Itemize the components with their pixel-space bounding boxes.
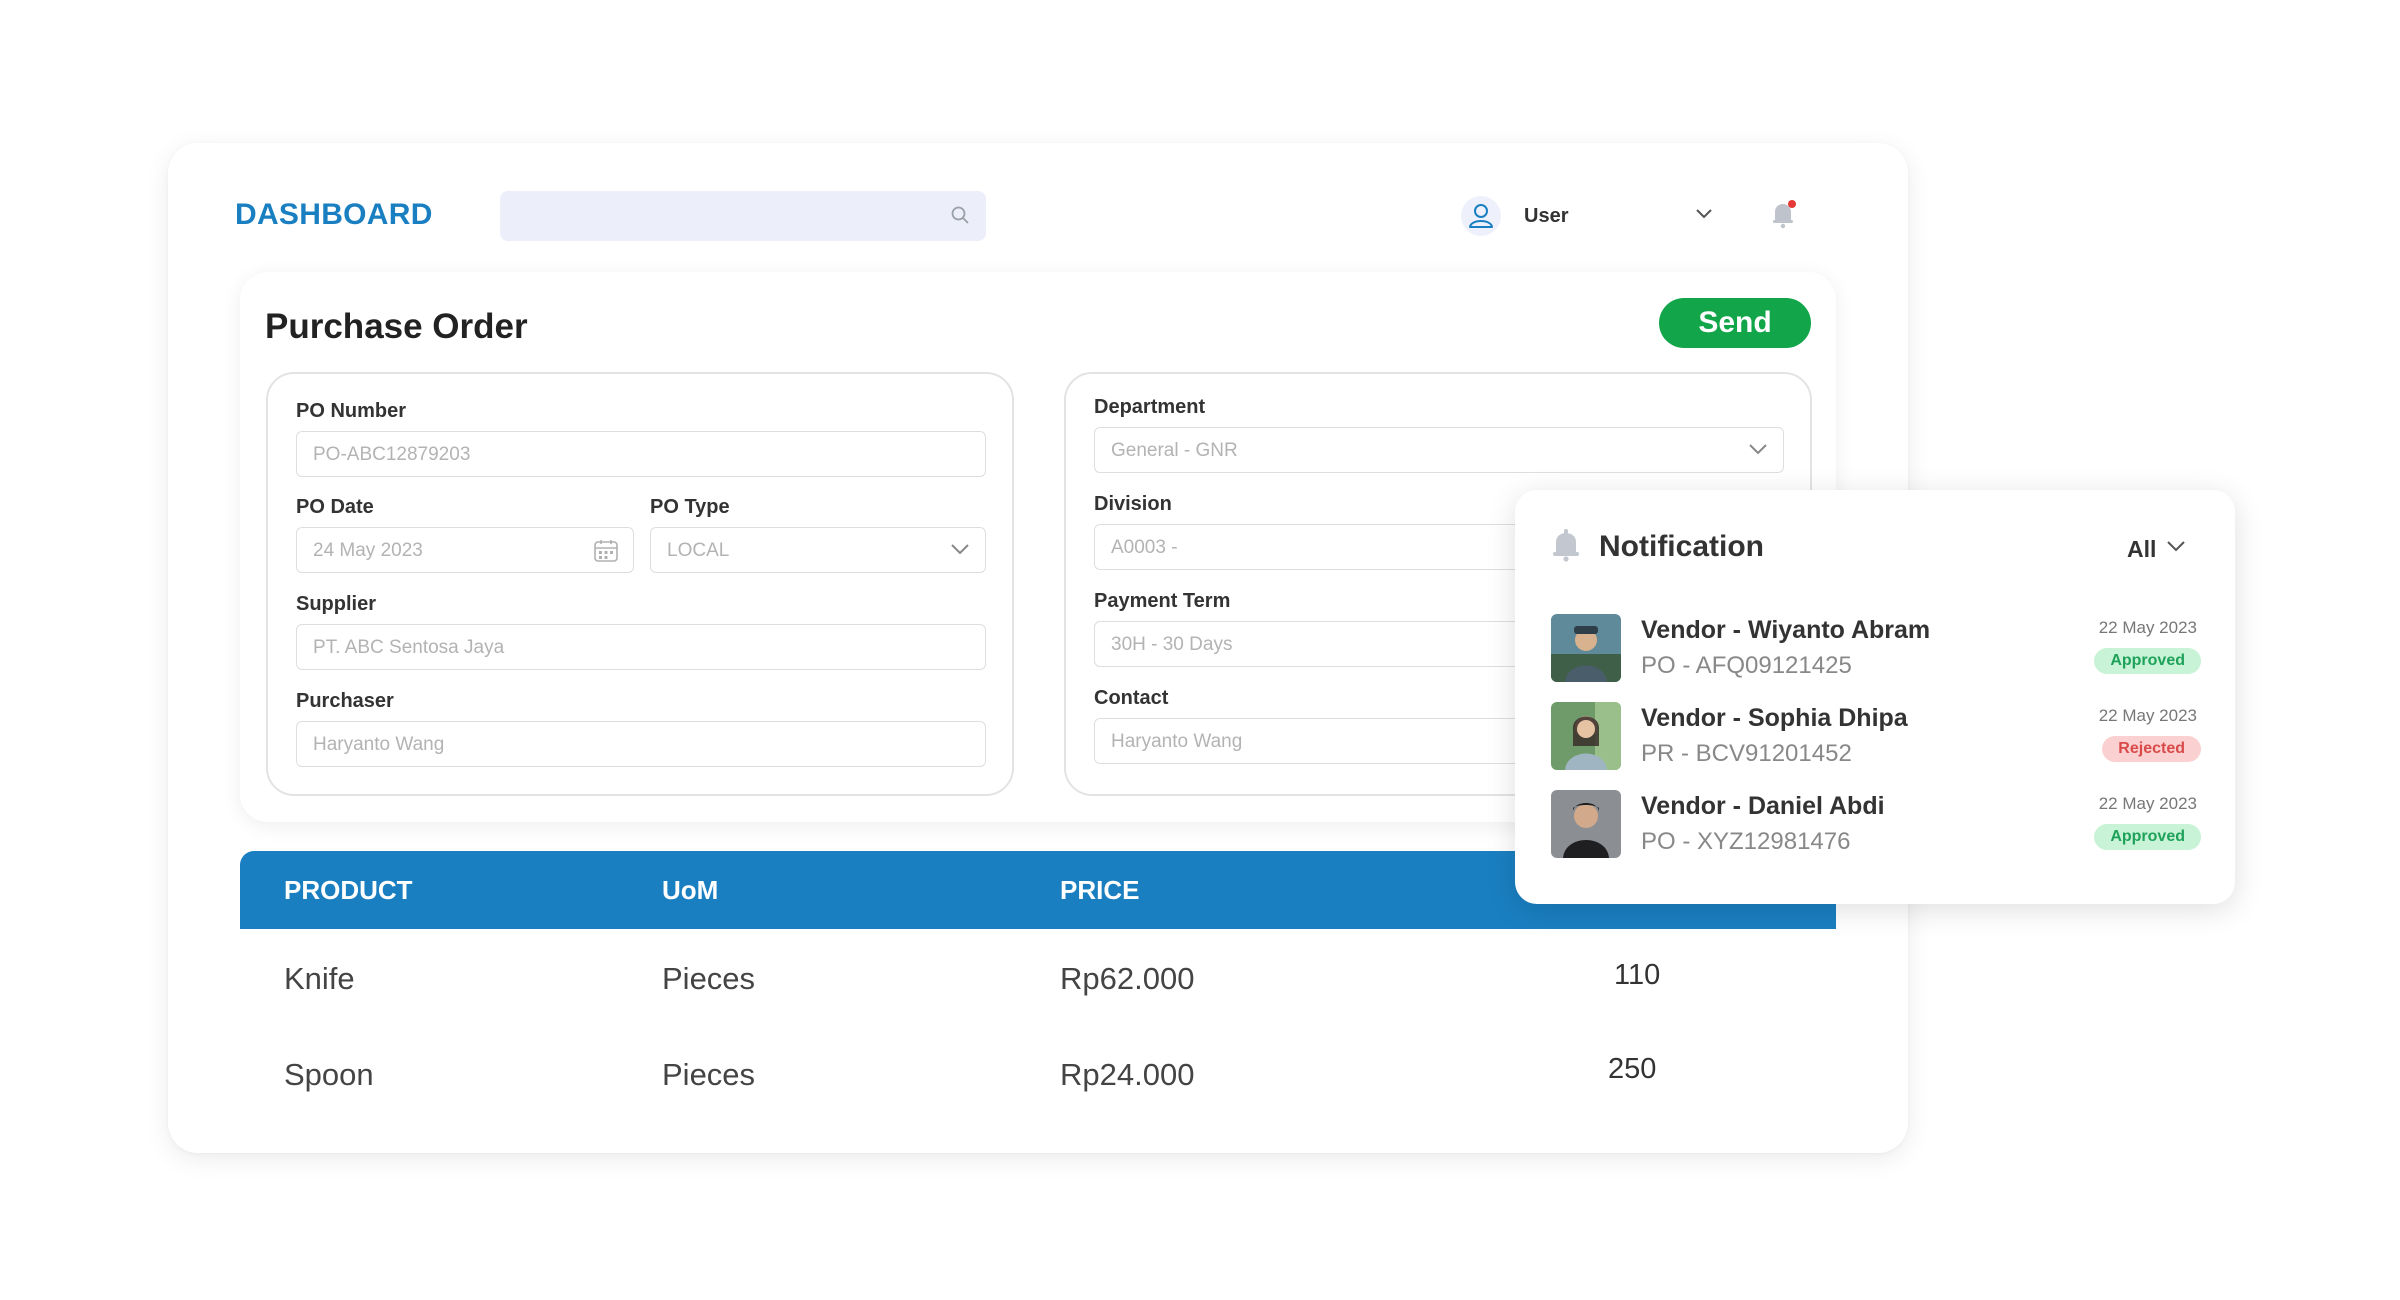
cell-qty: 110 <box>1614 959 1661 991</box>
purchaser-label: Purchaser <box>296 690 394 712</box>
payment-term-value: 30H - 30 Days <box>1111 634 1233 655</box>
search-input[interactable] <box>500 191 986 241</box>
notification-vendor-name: Vendor - Sophia Dhipa <box>1641 704 1908 732</box>
avatar <box>1551 702 1621 770</box>
po-date-field[interactable]: 24 May 2023 <box>296 527 634 573</box>
cell-uom: Pieces <box>662 961 756 996</box>
notification-panel: Notification All Vendor - Wiyanto Abram … <box>1515 490 2235 904</box>
avatar <box>1551 790 1621 858</box>
supplier-label: Supplier <box>296 593 377 615</box>
notification-filter[interactable]: All <box>2127 536 2156 563</box>
po-number-label: PO Number <box>296 400 407 422</box>
notification-item[interactable]: Vendor - Sophia Dhipa PR - BCV91201452 2… <box>1551 702 2201 774</box>
cell-price: Rp62.000 <box>1060 961 1195 996</box>
po-date-label: PO Date <box>296 496 374 518</box>
payment-term-label: Payment Term <box>1094 590 1231 612</box>
notification-vendor-name: Vendor - Daniel Abdi <box>1641 792 1885 820</box>
cell-qty: 250 <box>1608 1053 1657 1085</box>
status-badge: Rejected <box>2102 736 2201 762</box>
chevron-down-icon[interactable] <box>1747 442 1769 461</box>
notification-item[interactable]: Vendor - Wiyanto Abram PO - AFQ09121425 … <box>1551 614 2201 686</box>
chevron-down-icon[interactable] <box>2165 538 2187 559</box>
po-form-left: PO Number PO-ABC12879203 PO Date 24 May … <box>266 372 1014 796</box>
po-number-value: PO-ABC12879203 <box>313 444 471 465</box>
calendar-icon[interactable] <box>593 538 619 569</box>
column-header-price[interactable]: PRICE <box>1060 875 1139 906</box>
department-select[interactable]: General - GNR <box>1094 427 1784 473</box>
table-row[interactable]: Spoon Pieces Rp24.000 250 <box>240 1031 1836 1127</box>
notification-code: PO - AFQ09121425 <box>1641 652 1852 679</box>
division-label: Division <box>1094 493 1172 515</box>
purchaser-field[interactable]: Haryanto Wang <box>296 721 986 767</box>
brand-title[interactable]: DASHBOARD <box>235 198 433 232</box>
po-type-label: PO Type <box>650 496 730 518</box>
bell-icon <box>1551 528 1581 567</box>
avatar <box>1551 614 1621 682</box>
notification-date: 22 May 2023 <box>2098 706 2197 725</box>
chevron-down-icon[interactable] <box>949 542 971 561</box>
notification-item[interactable]: Vendor - Daniel Abdi PO - XYZ12981476 22… <box>1551 790 2201 862</box>
po-type-select[interactable]: LOCAL <box>650 527 986 573</box>
column-header-uom[interactable]: UoM <box>662 875 718 906</box>
notification-vendor-name: Vendor - Wiyanto Abram <box>1641 616 1931 644</box>
cell-uom: Pieces <box>662 1057 756 1092</box>
purchaser-value: Haryanto Wang <box>313 734 445 755</box>
notification-code: PO - XYZ12981476 <box>1641 828 1851 855</box>
search-icon[interactable] <box>950 205 970 230</box>
division-value: A0003 - <box>1111 537 1178 558</box>
cell-product: Spoon <box>284 1057 374 1092</box>
status-badge: Approved <box>2094 648 2201 674</box>
chevron-down-icon[interactable] <box>1694 207 1714 226</box>
user-menu[interactable]: User <box>1460 193 1820 241</box>
user-label: User <box>1524 205 1569 227</box>
notification-title: Notification <box>1599 530 1764 563</box>
department-value: General - GNR <box>1111 440 1238 461</box>
contact-label: Contact <box>1094 687 1169 709</box>
notification-date: 22 May 2023 <box>2098 794 2197 813</box>
po-number-field[interactable]: PO-ABC12879203 <box>296 431 986 477</box>
po-date-value: 24 May 2023 <box>313 540 423 561</box>
po-type-value: LOCAL <box>667 540 730 561</box>
department-label: Department <box>1094 396 1206 418</box>
page-title: Purchase Order <box>265 307 528 346</box>
column-header-product[interactable]: PRODUCT <box>284 875 413 906</box>
contact-value: Haryanto Wang <box>1111 731 1243 752</box>
status-badge: Approved <box>2094 824 2201 850</box>
notification-date: 22 May 2023 <box>2098 618 2197 637</box>
supplier-field[interactable]: PT. ABC Sentosa Jaya <box>296 624 986 670</box>
user-icon <box>1460 195 1502 242</box>
notification-code: PR - BCV91201452 <box>1641 740 1852 767</box>
supplier-value: PT. ABC Sentosa Jaya <box>313 637 505 658</box>
cell-product: Knife <box>284 961 355 996</box>
send-button[interactable]: Send <box>1659 298 1811 348</box>
cell-price: Rp24.000 <box>1060 1057 1195 1092</box>
table-row[interactable]: Knife Pieces Rp62.000 110 <box>240 935 1836 1031</box>
bell-icon[interactable] <box>1770 199 1798 234</box>
